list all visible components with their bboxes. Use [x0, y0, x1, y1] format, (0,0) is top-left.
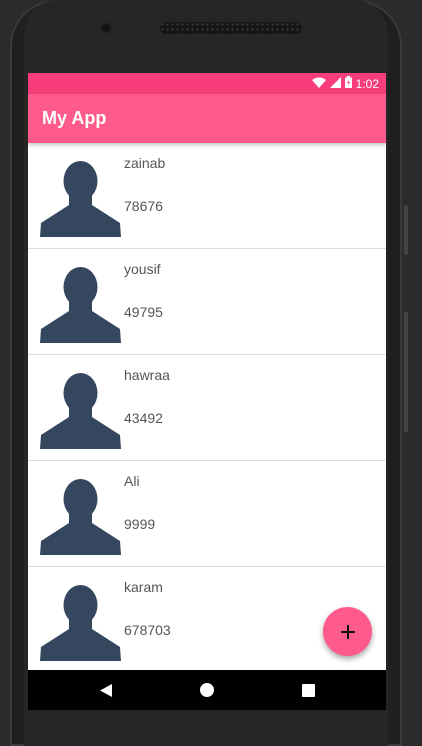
contact-number: 43492: [124, 410, 163, 426]
battery-icon: [344, 76, 352, 91]
app-bar: My App: [28, 94, 386, 143]
back-icon: [100, 683, 112, 697]
back-button[interactable]: [98, 682, 114, 698]
app-screen: 1:02 My App zainab 78676 yousif 49795 ha…: [28, 73, 386, 710]
contact-name: Ali: [124, 473, 140, 489]
avatar-icon: [40, 585, 121, 661]
app-title: My App: [42, 108, 107, 128]
avatar-icon: [40, 479, 121, 555]
contact-name: zainab: [124, 155, 166, 171]
home-icon: [200, 683, 214, 697]
contact-number: 49795: [124, 304, 163, 320]
volume-button: [404, 205, 408, 255]
avatar-icon: [40, 161, 121, 237]
navigation-bar: [28, 670, 386, 710]
list-item[interactable]: hawraa 43492: [28, 355, 386, 461]
status-time: 1:02: [355, 76, 379, 91]
earpiece-speaker: [160, 22, 302, 34]
avatar-icon: [40, 267, 121, 343]
contact-number: 678703: [124, 622, 171, 638]
add-contact-button[interactable]: [323, 607, 372, 656]
plus-icon: [340, 624, 355, 639]
contact-name: yousif: [124, 261, 161, 277]
recents-icon: [301, 683, 315, 697]
power-button: [404, 312, 408, 432]
front-camera: [102, 24, 110, 32]
contact-list[interactable]: zainab 78676 yousif 49795 hawraa 43492 A…: [28, 143, 386, 670]
status-bar: 1:02: [28, 73, 386, 94]
list-item[interactable]: Ali 9999: [28, 461, 386, 567]
contact-number: 9999: [124, 516, 156, 532]
wifi-icon: [311, 77, 326, 91]
contact-name: hawraa: [124, 367, 170, 383]
list-item[interactable]: yousif 49795: [28, 249, 386, 355]
signal-icon: [329, 76, 341, 91]
contact-number: 78676: [124, 198, 163, 214]
list-item[interactable]: zainab 78676: [28, 143, 386, 249]
home-button[interactable]: [199, 682, 215, 698]
contact-name: karam: [124, 579, 163, 595]
recents-button[interactable]: [300, 682, 316, 698]
avatar-icon: [40, 373, 121, 449]
